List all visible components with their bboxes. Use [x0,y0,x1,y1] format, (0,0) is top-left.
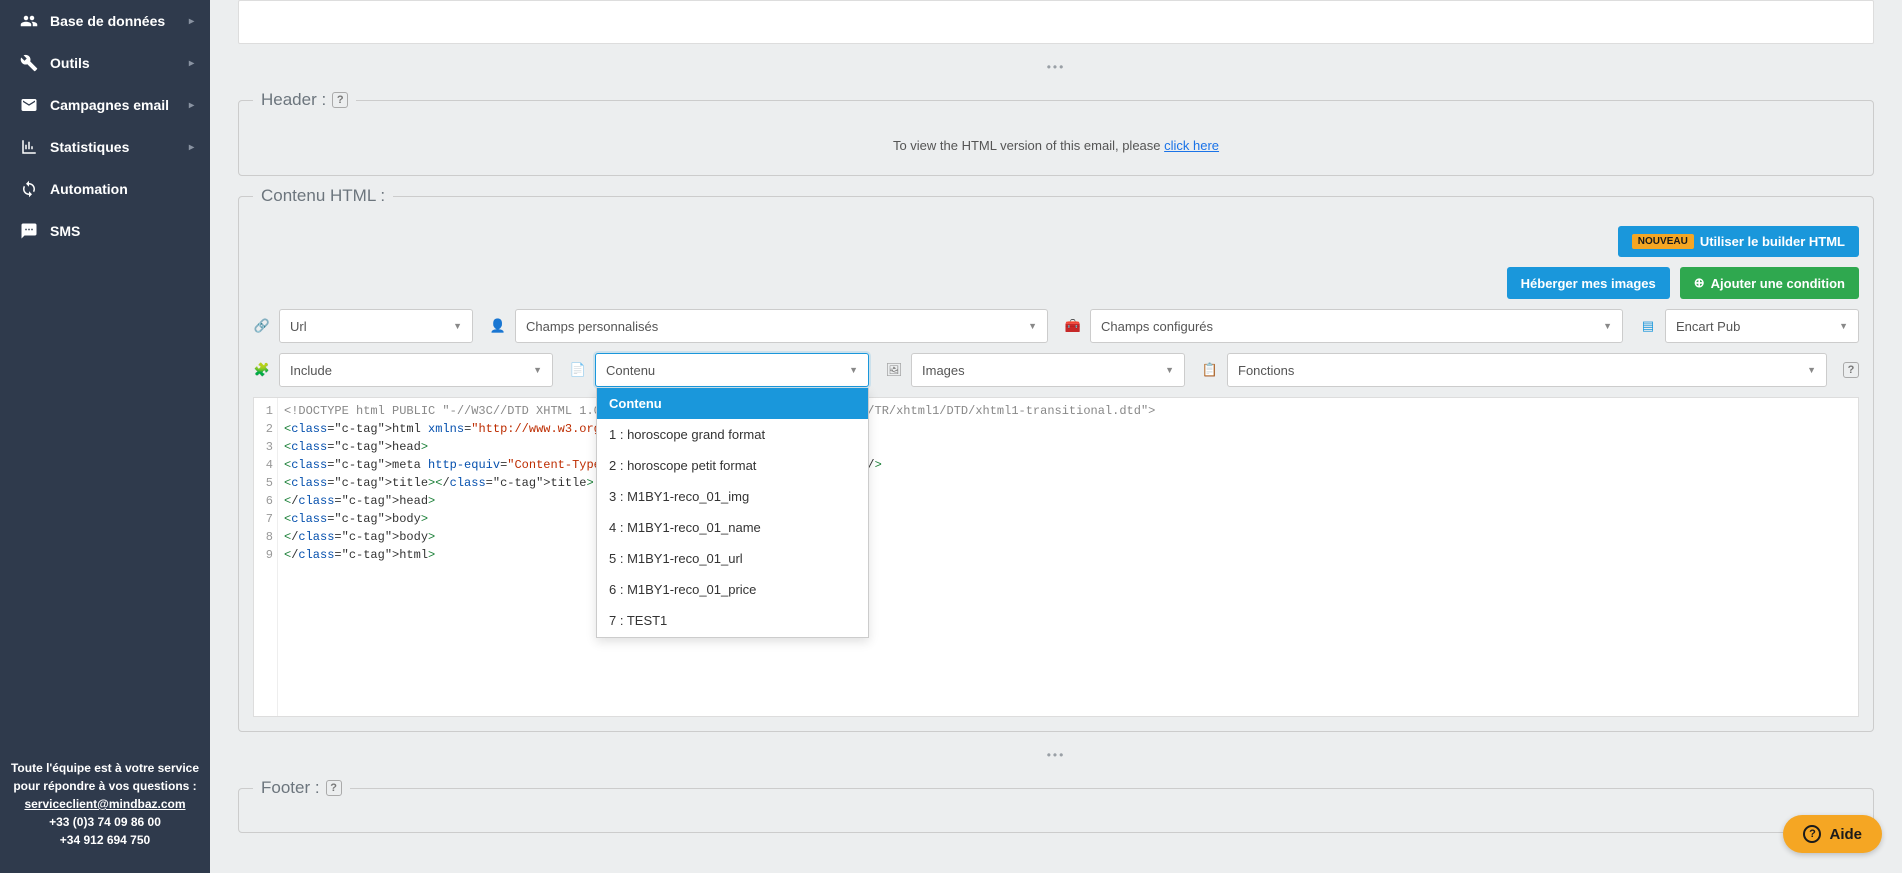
top-panel [238,0,1874,44]
help-button[interactable]: ? Aide [1783,815,1882,853]
images-select[interactable]: Images▼ [911,353,1185,387]
sidebar-item-stats[interactable]: Statistiques ▸ [0,126,210,168]
chevron-right-icon: ▸ [189,58,194,69]
champs-config-select[interactable]: Champs configurés▼ [1090,309,1623,343]
footer-fieldset: Footer : ? [238,778,1874,833]
sidebar-item-label: Campagnes email [50,97,169,113]
sidebar-item-label: Base de données [50,13,165,29]
sidebar-item-label: Statistiques [50,139,129,155]
sidebar-item-label: Automation [50,181,128,197]
sidebar: Base de données ▸ Outils ▸ Campagnes ema… [0,0,210,873]
main-content: ••• Header : ? To view the HTML version … [210,0,1902,873]
host-images-button[interactable]: Héberger mes images [1507,267,1670,299]
editor-gutter: 123456789 [254,398,278,716]
url-select[interactable]: Url▼ [279,309,473,343]
support-email-link[interactable]: serviceclient@mindbaz.com [24,797,185,811]
envelope-icon [20,96,38,114]
content-legend: Contenu HTML : [253,186,393,206]
sidebar-footer: Toute l'équipe est à votre service pour … [0,741,210,873]
user-icon: 👤 [489,317,507,335]
chevron-right-icon: ▸ [189,16,194,27]
sidebar-item-tools[interactable]: Outils ▸ [0,42,210,84]
header-fieldset: Header : ? To view the HTML version of t… [238,90,1874,176]
fonctions-select[interactable]: Fonctions▼ [1227,353,1827,387]
header-preview: To view the HTML version of this email, … [253,130,1859,161]
link-icon: 🔗 [253,317,271,335]
footer-legend: Footer : ? [253,778,350,798]
builder-button[interactable]: NOUVEAU Utiliser le builder HTML [1618,226,1859,257]
dropdown-item[interactable]: 3 : M1BY1-reco_01_img [597,481,868,512]
dropdown-item[interactable]: 6 : M1BY1-reco_01_price [597,574,868,605]
contenu-dropdown: Contenu1 : horoscope grand format2 : hor… [596,388,869,638]
help-icon[interactable]: ? [332,92,348,108]
include-select[interactable]: Include▼ [279,353,553,387]
image-icon: 🖼 [885,361,903,379]
view-html-link[interactable]: click here [1164,138,1219,153]
toolbox-icon: 🧰 [1064,317,1082,335]
header-legend: Header : ? [253,90,356,110]
help-icon[interactable]: ? [1843,362,1859,378]
puzzle-icon: 🧩 [253,361,271,379]
dropdown-item[interactable]: 2 : horoscope petit format [597,450,868,481]
sidebar-item-label: Outils [50,55,90,71]
sidebar-item-label: SMS [50,223,80,239]
content-fieldset: Contenu HTML : NOUVEAU Utiliser le build… [238,186,1874,732]
resize-grip[interactable]: ••• [210,54,1902,80]
sidebar-item-campaigns[interactable]: Campagnes email ▸ [0,84,210,126]
copy-icon: 📄 [569,361,587,379]
sidebar-item-sms[interactable]: SMS [0,210,210,252]
chevron-right-icon: ▸ [189,100,194,111]
editor-code[interactable]: <!DOCTYPE html PUBLIC "-//W3C//DTD XHTML… [278,398,1858,716]
refresh-icon [20,180,38,198]
champs-perso-select[interactable]: Champs personnalisés▼ [515,309,1048,343]
chart-icon [20,138,38,156]
plus-circle-icon: ⊕ [1694,275,1705,291]
dropdown-item[interactable]: 7 : TEST1 [597,605,868,636]
add-condition-button[interactable]: ⊕ Ajouter une condition [1680,267,1859,299]
chevron-right-icon: ▸ [189,142,194,153]
dropdown-item[interactable]: 1 : horoscope grand format [597,419,868,450]
encart-pub-select[interactable]: Encart Pub▼ [1665,309,1859,343]
dropdown-item[interactable]: 4 : M1BY1-reco_01_name [597,512,868,543]
function-icon: 📋 [1201,361,1219,379]
wrench-icon [20,54,38,72]
dropdown-item[interactable]: 5 : M1BY1-reco_01_url [597,543,868,574]
users-icon [20,12,38,30]
html-editor[interactable]: 123456789 <!DOCTYPE html PUBLIC "-//W3C/… [253,397,1859,717]
contenu-select[interactable]: Contenu▼ Contenu1 : horoscope grand form… [595,353,869,387]
layout-icon: ▤ [1639,317,1657,335]
sidebar-item-database[interactable]: Base de données ▸ [0,0,210,42]
dropdown-item[interactable]: Contenu [597,388,868,419]
dropdown-item[interactable]: 8 : TEST2 [597,636,868,638]
help-icon[interactable]: ? [326,780,342,796]
question-circle-icon: ? [1803,825,1821,843]
sms-icon [20,222,38,240]
resize-grip[interactable]: ••• [210,742,1902,768]
sidebar-item-automation[interactable]: Automation [0,168,210,210]
